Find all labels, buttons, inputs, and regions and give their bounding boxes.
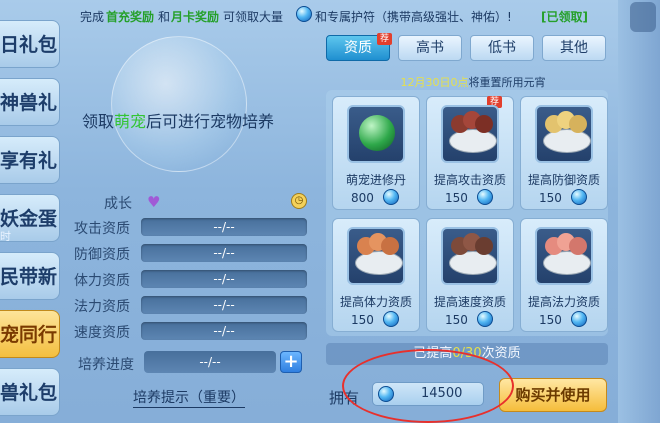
food-ball xyxy=(569,237,587,255)
item-name: 提高体力资质 xyxy=(339,295,412,309)
reward-banner: 完成 首充奖励 和 月卡奖励 可领取大量 和专属护符（携带高级强壮、神佑）! [… xyxy=(70,0,618,30)
item-cost: 150 xyxy=(445,313,468,327)
stat-bar-speed: --/-- xyxy=(141,322,307,340)
food-ball xyxy=(475,237,493,255)
pink-dumpling-plate-icon xyxy=(535,227,593,285)
item-cost: 150 xyxy=(351,313,374,327)
add-progress-button[interactable]: + xyxy=(280,351,302,373)
dish-shape xyxy=(543,251,591,275)
food-ball xyxy=(569,115,587,133)
pet-prompt-a: 领取 xyxy=(82,112,115,131)
growth-label: 成长 xyxy=(104,196,132,212)
yuanxiao-gem-icon xyxy=(477,189,493,205)
stat-label-mana: 法力资质 xyxy=(74,299,130,315)
banner-text-c: 和专属护符（携带高级强壮、神佑）! xyxy=(315,10,512,24)
annotation-circle xyxy=(342,349,514,423)
item-name: 提高速度资质 xyxy=(433,295,506,309)
sidebar-item-daily-gift[interactable]: 日礼包 xyxy=(0,20,60,68)
reset-time: 12月30日0点 xyxy=(400,76,469,89)
item-card-defense[interactable]: 提高防御资质 150 xyxy=(520,96,608,210)
yuanxiao-gem-icon xyxy=(296,6,312,22)
recommend-badge: 荐 xyxy=(376,33,392,45)
first-recharge-link[interactable]: 首充奖励 xyxy=(106,8,154,25)
tab-high-book[interactable]: 高书 xyxy=(398,35,462,61)
banner-text-b: 可领取大量 xyxy=(223,10,284,24)
sidebar-sub-label: 时 xyxy=(0,230,11,243)
right-frame xyxy=(618,0,660,423)
reset-text: 将重置所用元宵 xyxy=(468,76,546,89)
item-card-pet-pill[interactable]: 萌宠进修丹 800 xyxy=(332,96,420,210)
item-cost: 150 xyxy=(445,191,468,205)
item-name: 萌宠进修丹 xyxy=(345,173,406,187)
item-card-hp[interactable]: 提高体力资质 150 xyxy=(332,218,420,332)
brown-dumpling-plate-icon xyxy=(441,227,499,285)
red-dumpling-plate-icon xyxy=(441,105,499,163)
jade-pill-shape xyxy=(359,115,395,151)
item-name: 提高防御资质 xyxy=(527,173,600,187)
item-card-mana[interactable]: 提高法力资质 150 xyxy=(520,218,608,332)
clock-icon[interactable]: ◷ xyxy=(291,193,307,209)
tab-aptitude-label: 资质 xyxy=(344,40,372,56)
sidebar-item-beast-pack[interactable]: 兽礼包 xyxy=(0,368,60,416)
sidebar: 日礼包 神兽礼 享有礼 妖金蛋 时 民带新 宠同行 兽礼包 xyxy=(0,0,62,423)
stat-bar-hp: --/-- xyxy=(141,270,307,288)
close-button[interactable] xyxy=(630,2,656,32)
item-cost: 800 xyxy=(351,191,374,205)
food-ball xyxy=(381,237,399,255)
dish-shape xyxy=(543,129,591,153)
item-card-speed[interactable]: 提高速度资质 150 xyxy=(426,218,514,332)
claimed-status: [已领取] xyxy=(541,10,588,24)
sidebar-item-pet-companion[interactable]: 宠同行 xyxy=(0,310,60,358)
dish-shape xyxy=(449,251,497,275)
stat-bar-mana: --/-- xyxy=(141,296,307,314)
item-cost: 150 xyxy=(539,191,562,205)
sidebar-item-share-gift[interactable]: 享有礼 xyxy=(0,136,60,184)
food-ball xyxy=(475,115,493,133)
pet-prompt: 领取萌宠后可进行宠物培养 xyxy=(82,108,274,132)
progress-bar: --/-- xyxy=(144,351,276,373)
buy-and-use-button[interactable]: 购买并使用 xyxy=(499,378,607,412)
stat-bar-attack: --/-- xyxy=(141,218,307,236)
dish-shape xyxy=(355,251,403,275)
tab-low-book[interactable]: 低书 xyxy=(470,35,534,61)
orange-dumpling-plate-icon xyxy=(347,227,405,285)
pet-orb xyxy=(111,36,247,172)
item-card-attack[interactable]: 荐 提高攻击资质 150 xyxy=(426,96,514,210)
sidebar-item-beast-gift[interactable]: 神兽礼 xyxy=(0,78,60,126)
pet-prompt-highlight: 萌宠 xyxy=(114,112,147,131)
stat-label-defense: 防御资质 xyxy=(74,247,130,263)
jade-pill-icon xyxy=(347,105,405,163)
reset-notice: 12月30日0点将重置所用元宵 xyxy=(328,74,618,90)
stat-label-attack: 攻击资质 xyxy=(74,221,130,237)
yuanxiao-gem-icon xyxy=(383,311,399,327)
yuanxiao-gem-icon xyxy=(571,189,587,205)
month-card-link[interactable]: 月卡奖励 xyxy=(171,8,219,25)
progress-label: 培养进度 xyxy=(78,357,134,373)
sidebar-item-newbie[interactable]: 民带新 xyxy=(0,252,60,300)
pet-prompt-b: 后可进行宠物培养 xyxy=(146,112,275,131)
training-hint-link[interactable]: 培养提示（重要） xyxy=(133,387,245,408)
tab-aptitude[interactable]: 资质 荐 xyxy=(326,33,392,61)
dish-shape xyxy=(449,129,497,153)
yellow-dumpling-plate-icon xyxy=(535,105,593,163)
item-name: 提高法力资质 xyxy=(527,295,600,309)
banner-text-a: 完成 xyxy=(80,10,105,24)
stat-bar-defense: --/-- xyxy=(141,244,307,262)
banner-and: 和 xyxy=(158,10,171,24)
item-cost: 150 xyxy=(539,313,562,327)
yuanxiao-gem-icon xyxy=(571,311,587,327)
item-name: 提高攻击资质 xyxy=(433,173,506,187)
heart-icon: ♥ xyxy=(147,193,161,211)
yuanxiao-gem-icon xyxy=(477,311,493,327)
stat-label-hp: 体力资质 xyxy=(74,273,130,289)
tab-other[interactable]: 其他 xyxy=(542,35,606,61)
stat-label-speed: 速度资质 xyxy=(74,325,130,341)
yuanxiao-gem-icon xyxy=(383,189,399,205)
